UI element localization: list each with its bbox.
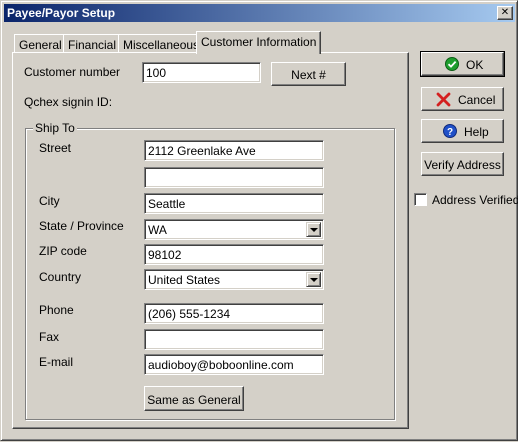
cancel-label: Cancel	[458, 93, 496, 107]
state-province-value: WA	[148, 223, 167, 237]
customer-number-input[interactable]: 100	[142, 62, 261, 83]
verify-address-button[interactable]: Verify Address	[421, 152, 504, 176]
fax-label: Fax	[39, 330, 60, 344]
zip-code-input[interactable]: 98102	[144, 244, 324, 265]
country-label: Country	[39, 270, 82, 284]
ok-label: OK	[466, 58, 484, 72]
red-x-icon	[436, 92, 451, 107]
fax-input[interactable]	[144, 329, 324, 350]
qchex-signin-label: Qchex signin ID:	[24, 95, 113, 109]
next-number-button[interactable]: Next #	[271, 62, 346, 86]
email-label: E-mail	[39, 355, 74, 369]
zip-code-label: ZIP code	[39, 244, 87, 258]
street-line2-input[interactable]	[144, 167, 324, 188]
help-label: Help	[464, 125, 489, 139]
dialog-window: Payee/Payor Setup ✕ General Financial Mi…	[0, 0, 518, 441]
help-button[interactable]: ? Help	[421, 119, 504, 143]
email-input[interactable]: audioboy@boboonline.com	[144, 354, 324, 375]
city-input[interactable]: Seattle	[144, 193, 324, 214]
ok-button[interactable]: OK	[420, 51, 505, 77]
question-circle-icon: ?	[443, 124, 457, 138]
same-as-general-button[interactable]: Same as General	[144, 386, 244, 411]
phone-label: Phone	[39, 303, 74, 317]
chevron-down-icon[interactable]	[306, 222, 321, 237]
address-verified-label: Address Verified	[432, 193, 518, 207]
chevron-down-icon[interactable]	[306, 272, 321, 287]
address-verified-checkbox[interactable]	[414, 193, 427, 206]
ship-to-group-label: Ship To	[33, 121, 77, 135]
customer-number-label: Customer number	[24, 65, 121, 79]
state-province-select[interactable]: WA	[144, 219, 324, 240]
country-select[interactable]: United States	[144, 269, 324, 290]
street-label: Street	[39, 141, 72, 155]
svg-text:?: ?	[447, 127, 453, 138]
phone-input[interactable]: (206) 555-1234	[144, 303, 324, 324]
cancel-button[interactable]: Cancel	[421, 87, 504, 111]
country-value: United States	[148, 273, 221, 287]
city-label: City	[39, 194, 60, 208]
check-circle-icon	[445, 57, 459, 71]
street-line1-input[interactable]: 2112 Greenlake Ave	[144, 140, 324, 161]
state-province-label: State / Province	[39, 219, 124, 233]
